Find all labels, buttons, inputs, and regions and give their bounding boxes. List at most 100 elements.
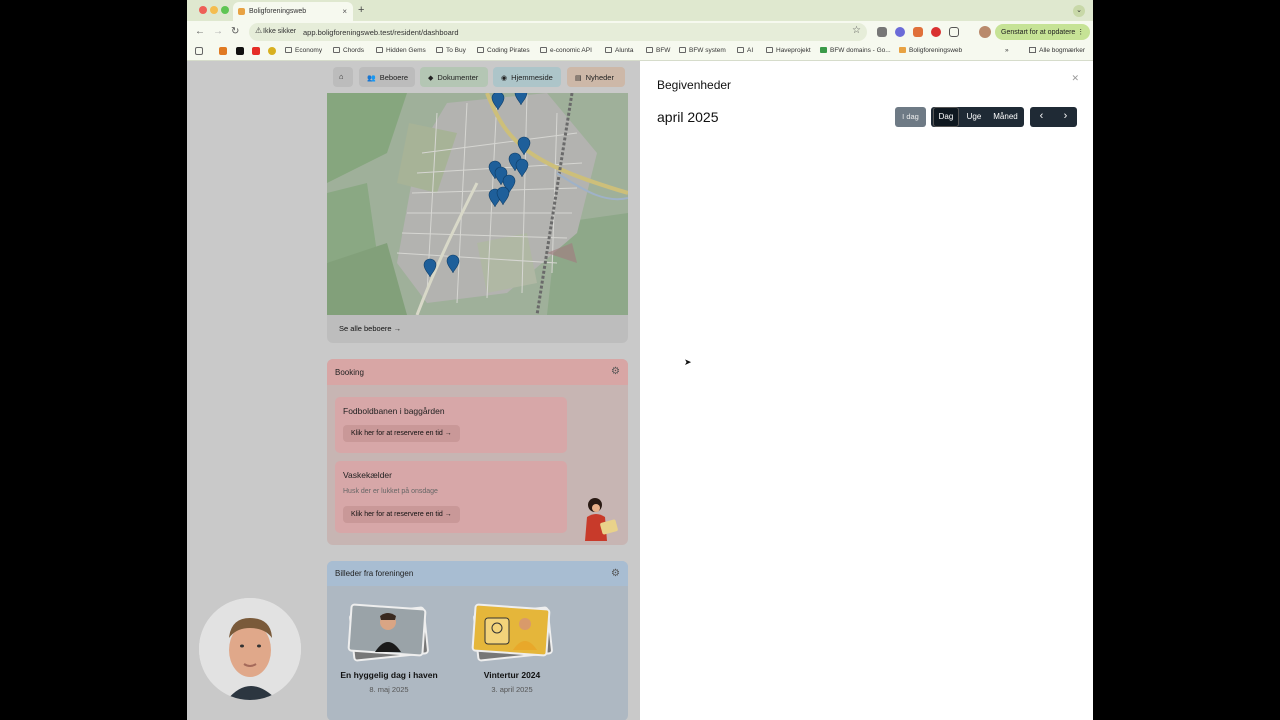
bookmark-item[interactable]: BFW [646,47,670,54]
back-icon[interactable]: ← [195,26,205,37]
blocker-extension-icon[interactable] [931,27,941,37]
person-illustration [585,498,618,541]
webcam-overlay [199,598,301,700]
reserve-button[interactable]: Klik her for at reservere en tid → [343,506,460,523]
reserve-button[interactable]: Klik her for at reservere en tid → [343,425,460,442]
calendar-month-title: april 2025 [657,109,719,125]
bookmark-item[interactable]: Economy [285,47,322,54]
browser-toolbar: ← → ↻ ⚠ Ikke sikker app.boligforeningswe… [187,21,1093,43]
events-panel: Begivenheder ✕ april 2025 I dag Dag Uge … [640,61,1093,720]
booking-title: Booking [335,368,364,377]
document-icon: ◆ [428,75,434,82]
tab-bar: Boligforeningsweb × + ⌄ [187,0,1093,21]
gear-icon[interactable]: ⚙ [611,568,620,579]
view-week-button[interactable]: Uge [962,107,986,127]
bookmark-item[interactable]: e-conomic API [540,47,592,54]
today-button[interactable]: I dag [895,107,926,127]
page-content: ⌂ 👥 Beboere ◆ Dokumenter ◉ Hjemmeside ▤ Nyhe… [187,61,1093,720]
next-icon[interactable]: › [1054,107,1077,127]
album-date: 8. maj 2025 [369,685,409,694]
close-icon[interactable]: ✕ [1071,73,1079,84]
album-thumbnail[interactable] [471,603,554,662]
new-tab-icon[interactable]: + [358,4,364,16]
camera-extension-icon[interactable] [877,27,887,37]
view-day-button[interactable]: Dag [933,107,959,127]
photos-header: Billeder fra foreningen ⚙ [327,561,628,586]
bookmark-x-icon[interactable] [236,47,244,55]
apps-grid-icon[interactable] [195,47,203,55]
bookmark-item[interactable]: Haveprojekt [766,47,811,54]
booking-item: Vaskekælder Husk der er lukket på onsdag… [335,461,567,533]
bookmark-item[interactable]: Alunta [605,47,633,54]
people-icon: 👥 [367,75,376,82]
url-text[interactable]: app.boligforeningsweb.test/resident/dash… [303,28,459,37]
bookmark-item[interactable]: To Buy [436,47,466,54]
bookmark-item[interactable]: AI [737,47,753,54]
browser-window: Boligforeningsweb × + ⌄ ← → ↻ ⚠ Ikke sik… [187,0,1093,720]
gear-icon[interactable]: ⚙ [611,366,620,377]
album-thumbnail[interactable] [347,603,430,662]
relaunch-button[interactable]: Genstart for at opdatere ⋮ [995,24,1090,40]
bookmark-item[interactable]: Coding Pirates [477,47,530,54]
residents-map[interactable] [327,93,628,315]
album-title[interactable]: En hyggelig dag i haven [319,670,459,680]
bookmark-item[interactable]: Boligforeningsweb [899,47,962,54]
photos-title: Billeder fra foreningen [335,569,414,578]
booking-item-title: Vaskekælder [343,470,392,480]
booking-item-title: Fodboldbanen i baggården [343,406,445,416]
tab-search-icon[interactable]: ⌄ [1073,5,1085,17]
tab-title: Boligforeningsweb [249,8,307,15]
news-icon: ▤ [575,75,582,82]
nav-nyheder[interactable]: ▤ Nyheder [567,67,625,87]
album-date: 3. april 2025 [491,685,533,694]
browser-tab[interactable]: Boligforeningsweb × [233,2,353,21]
mouse-cursor-icon: ➤ [684,357,692,367]
view-switcher: Dag Uge Måned [931,107,1024,127]
prev-icon[interactable]: ‹ [1030,107,1053,127]
booking-item: Fodboldbanen i baggården Klik her for at… [335,397,567,453]
profile-avatar-icon[interactable] [979,26,991,38]
resident-nav: ⌂ 👥 Beboere ◆ Dokumenter ◉ Hjemmeside ▤ Nyhe… [333,67,629,87]
address-bar[interactable]: ⚠ Ikke sikker app.boligforeningsweb.test… [249,23,867,41]
nav-beboere[interactable]: 👥 Beboere [359,67,415,87]
album-title[interactable]: Vintertur 2024 [442,670,582,680]
bookmark-item[interactable]: BFW system [679,47,726,54]
booking-card: Booking ⚙ Fodboldbanen i baggården Klik … [327,359,628,545]
home-button[interactable]: ⌂ [333,67,353,87]
reload-icon[interactable]: ↻ [231,26,239,37]
globe-icon: ◉ [501,75,508,82]
forward-icon[interactable]: → [213,26,223,37]
close-window-icon[interactable] [199,6,207,14]
more-bookmarks-icon[interactable]: » [1005,47,1009,54]
booking-header: Booking ⚙ [327,359,628,385]
home-icon: ⌂ [339,72,344,81]
tab-favicon-icon [238,8,245,15]
bookmark-youtube-icon[interactable] [252,47,260,55]
rss-extension-icon[interactable] [913,27,923,37]
warning-icon: ⚠ [255,26,263,35]
photos-card: Billeder fra foreningen ⚙ En hyggelig da… [327,561,628,720]
nav-hjemmeside[interactable]: ◉ Hjemmeside [493,67,561,87]
bookmarks-bar: Economy Chords Hidden Gems To Buy Coding… [187,43,1093,61]
maximize-window-icon[interactable] [221,6,229,14]
relaunch-label: Genstart for at opdatere [1001,29,1076,36]
see-all-residents-link[interactable]: Se alle beboere → [339,324,401,333]
bookmark-c-icon[interactable] [268,47,276,55]
bookmark-item[interactable]: BFW domains - Go... [820,47,891,54]
extensions-puzzle-icon[interactable] [949,27,959,37]
bookmark-item[interactable]: Chords [333,47,364,54]
booking-item-subtitle: Husk der er lukket på onsdage [343,488,438,495]
bookmark-star-icon[interactable]: ☆ [852,25,861,36]
all-bookmarks[interactable]: Alle bogmærker [1029,47,1085,54]
calendar-nav: ‹ › [1030,107,1077,127]
security-label: Ikke sikker [263,28,297,35]
minimize-window-icon[interactable] [210,6,218,14]
nav-dokumenter[interactable]: ◆ Dokumenter [420,67,488,87]
bookmark-y-icon[interactable] [219,47,227,55]
close-tab-icon[interactable]: × [342,7,347,16]
ai-extension-icon[interactable] [895,27,905,37]
view-month-button[interactable]: Måned [989,107,1022,127]
residents-map-card: Se alle beboere → [327,93,628,343]
panel-title: Begivenheder [657,78,732,92]
bookmark-item[interactable]: Hidden Gems [376,47,426,54]
